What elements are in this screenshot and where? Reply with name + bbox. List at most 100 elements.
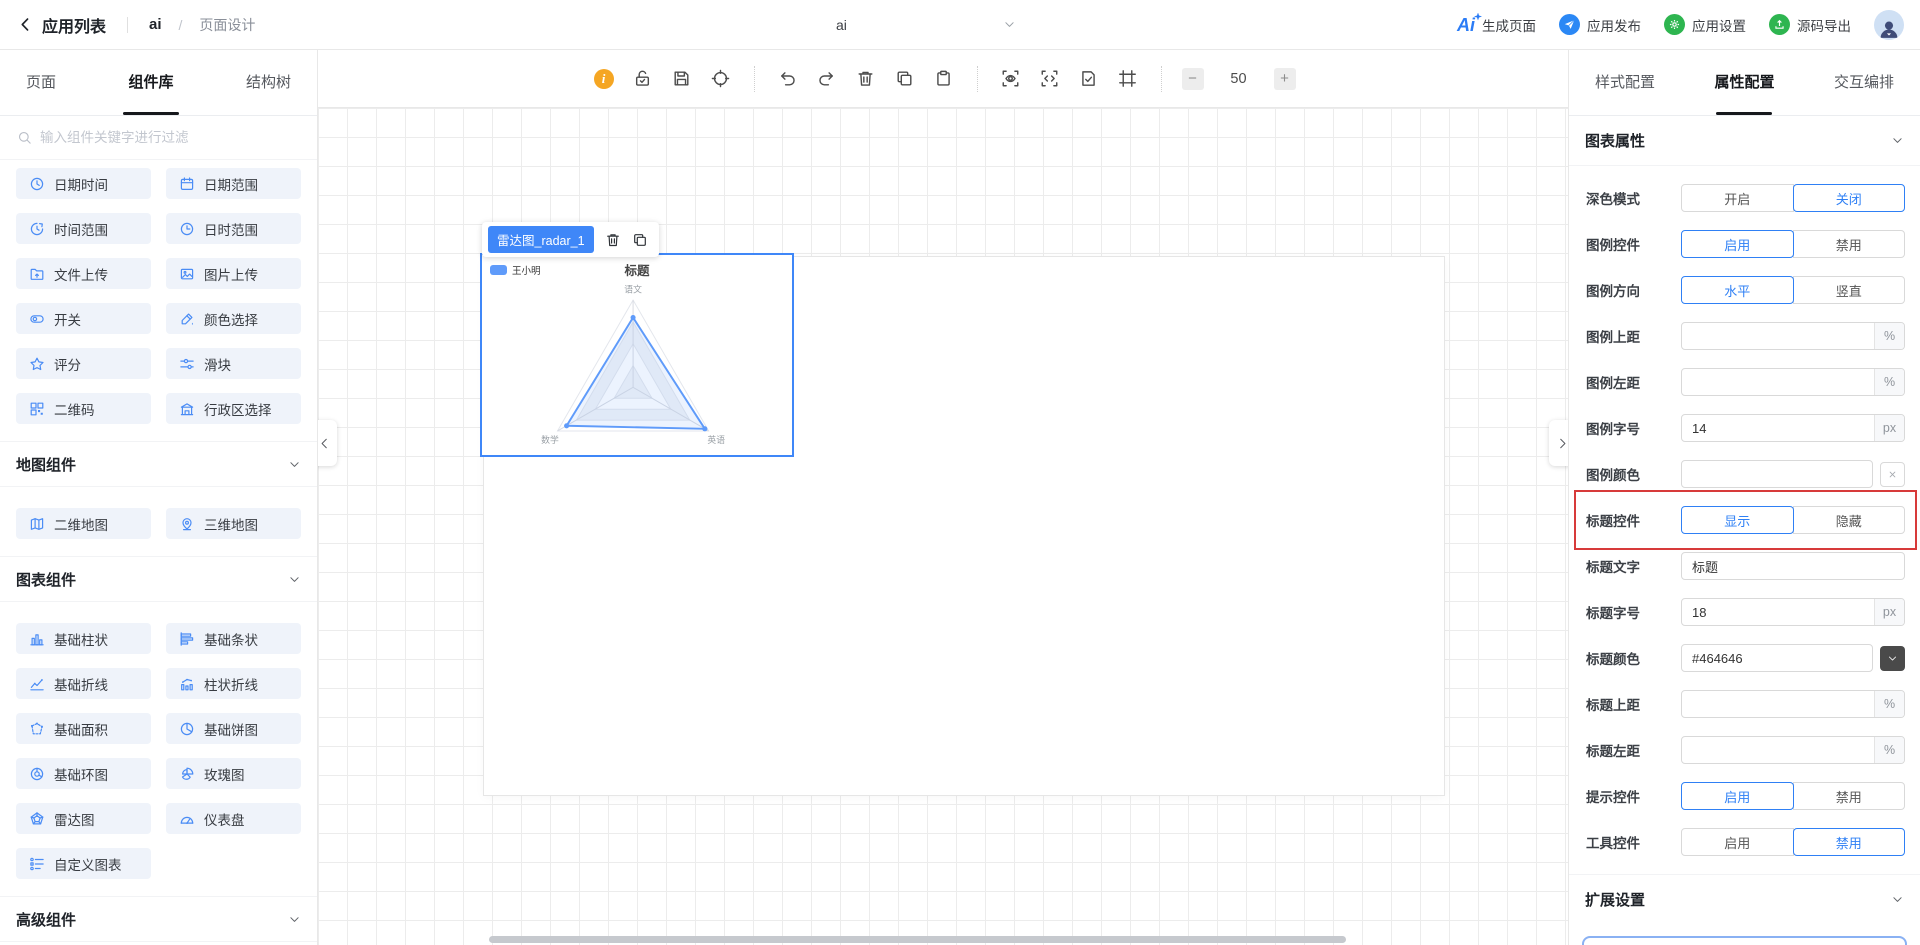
prop-control-title-control: 显示 隐藏 xyxy=(1681,506,1905,534)
component-item-color-picker[interactable]: 颜色选择 xyxy=(166,303,301,334)
zoom-out-button[interactable]: − xyxy=(1181,67,1204,90)
app-publish-button[interactable]: 应用发布 xyxy=(1559,14,1641,35)
toolbar-frame-button[interactable] xyxy=(1115,66,1141,92)
component-item-map-2d[interactable]: 二维地图 xyxy=(16,508,151,539)
generate-page-button[interactable]: Ai 生成页面 xyxy=(1457,15,1536,35)
design-canvas[interactable]: 雷达图_radar_1 语文 数学 英语 王小明 标题 xyxy=(318,108,1568,945)
tab-property-config[interactable]: 属性配置 xyxy=(1714,50,1774,115)
tab-interaction-config[interactable]: 交互编排 xyxy=(1834,50,1894,115)
legend-color-clear-button[interactable] xyxy=(1880,461,1905,487)
back-to-app-list[interactable]: 应用列表 xyxy=(42,13,106,37)
component-item-qrcode[interactable]: 二维码 xyxy=(16,393,151,424)
canvas-toolbar: i − 50 + xyxy=(318,50,1568,108)
toolbar-doc-check-button[interactable] xyxy=(1076,66,1102,92)
component-item-map-3d[interactable]: 三维地图 xyxy=(166,508,301,539)
tab-structure-tree[interactable]: 结构树 xyxy=(246,50,291,115)
title-font-size-input[interactable] xyxy=(1682,599,1874,625)
delete-component-icon[interactable] xyxy=(605,232,621,248)
title-left-input[interactable] xyxy=(1682,737,1874,763)
component-item-image-upload[interactable]: 图片上传 xyxy=(166,258,301,289)
toolbar-unlock-button[interactable] xyxy=(630,66,656,92)
component-search xyxy=(0,116,317,160)
component-item-bar-line[interactable]: 柱状折线 xyxy=(166,668,301,699)
component-item-slider[interactable]: 滑块 xyxy=(166,348,301,379)
component-item-radar[interactable]: 雷达图 xyxy=(16,803,151,834)
component-item-rose[interactable]: 玫瑰图 xyxy=(166,758,301,789)
component-item-custom-chart[interactable]: 自定义图表 xyxy=(16,848,151,879)
toolbar-code-button[interactable] xyxy=(1037,66,1063,92)
user-avatar[interactable] xyxy=(1874,9,1904,40)
toolbar-undo-button[interactable] xyxy=(775,66,801,92)
component-item-area[interactable]: 基础面积 xyxy=(16,713,151,744)
toggle-tooltip-control-option-1[interactable]: 禁用 xyxy=(1792,782,1905,810)
canvas-collapse-right-handle[interactable] xyxy=(1549,420,1568,466)
component-item-donut[interactable]: 基础环图 xyxy=(16,758,151,789)
breadcrumb-app-name[interactable]: ai xyxy=(149,16,162,33)
toggle-title-control-option-1[interactable]: 隐藏 xyxy=(1792,506,1905,534)
title-top-input-group: % xyxy=(1681,690,1905,718)
component-item-pie[interactable]: 基础饼图 xyxy=(166,713,301,744)
tab-components[interactable]: 组件库 xyxy=(128,50,173,115)
prop-label-title-color: 标题颜色 xyxy=(1586,652,1640,667)
toggle-legend-direction-option-0[interactable]: 水平 xyxy=(1681,276,1794,304)
legend-left-input[interactable] xyxy=(1682,369,1874,395)
legend-top-input[interactable] xyxy=(1682,323,1874,349)
prop-row-title-top: 标题上距% xyxy=(1586,690,1905,718)
horizontal-scrollbar[interactable] xyxy=(489,936,1346,943)
chart-section-header[interactable]: 图表组件 xyxy=(0,556,317,602)
toolbar-redo-button[interactable] xyxy=(814,66,840,92)
toggle-legend-control-option-1[interactable]: 禁用 xyxy=(1792,230,1905,258)
component-item-star[interactable]: 评分 xyxy=(16,348,151,379)
tab-pages[interactable]: 页面 xyxy=(26,50,56,115)
radar-chart-component[interactable]: 语文 数学 英语 王小明 标题 xyxy=(480,253,794,457)
breadcrumb-separator: / xyxy=(178,16,183,33)
legend-color-input[interactable] xyxy=(1682,461,1872,487)
canvas-collapse-left-handle[interactable] xyxy=(318,420,337,466)
back-chevron-icon[interactable] xyxy=(18,17,33,32)
title-top-input[interactable] xyxy=(1682,691,1874,717)
toggle-tool-control-option-0[interactable]: 启用 xyxy=(1681,828,1794,856)
toggle-legend-direction-option-1[interactable]: 竖直 xyxy=(1792,276,1905,304)
component-item-gauge[interactable]: 仪表盘 xyxy=(166,803,301,834)
component-item-clock-range[interactable]: 时间范围 xyxy=(16,213,151,244)
toggle-dark-mode-option-0[interactable]: 开启 xyxy=(1681,184,1794,212)
component-item-folder-upload[interactable]: 文件上传 xyxy=(16,258,151,289)
source-export-button[interactable]: 源码导出 xyxy=(1769,14,1851,35)
copy-component-icon[interactable] xyxy=(632,232,648,248)
toolbar-preview-button[interactable] xyxy=(998,66,1024,92)
toggle-tool-control-option-1[interactable]: 禁用 xyxy=(1792,828,1905,856)
toolbar-target-button[interactable] xyxy=(708,66,734,92)
toolbar-info-button[interactable]: i xyxy=(591,66,617,92)
toggle-legend-control-option-0[interactable]: 启用 xyxy=(1681,230,1794,258)
toggle-title-control-option-0[interactable]: 显示 xyxy=(1681,506,1794,534)
toggle-tooltip-control-option-0[interactable]: 启用 xyxy=(1681,782,1794,810)
advanced-section-header[interactable]: 高级组件 xyxy=(0,896,317,942)
toolbar-paste-button[interactable] xyxy=(931,66,957,92)
toolbar-copy-button[interactable] xyxy=(892,66,918,92)
title-color-swatch-dropdown-button[interactable] xyxy=(1880,645,1905,671)
component-item-bar[interactable]: 基础柱状 xyxy=(16,623,151,654)
extension-settings-section-header[interactable]: 扩展设置 xyxy=(1569,874,1920,924)
title-color-input[interactable] xyxy=(1682,645,1872,671)
tab-style-config[interactable]: 样式配置 xyxy=(1595,50,1655,115)
component-item-calendar[interactable]: 日期范围 xyxy=(166,168,301,199)
map-section-header[interactable]: 地图组件 xyxy=(0,441,317,487)
component-item-line[interactable]: 基础折线 xyxy=(16,668,151,699)
search-input[interactable] xyxy=(40,130,300,145)
right-panel-tabs: 样式配置 属性配置 交互编排 xyxy=(1569,50,1920,116)
component-item-switch[interactable]: 开关 xyxy=(16,303,151,334)
toggle-dark-mode-option-1[interactable]: 关闭 xyxy=(1792,184,1905,212)
component-item-region[interactable]: 行政区选择 xyxy=(166,393,301,424)
chart-properties-section-header[interactable]: 图表属性 xyxy=(1569,116,1920,166)
zoom-in-button[interactable]: + xyxy=(1273,67,1296,90)
prop-label-title-text: 标题文字 xyxy=(1586,560,1640,575)
toolbar-trash-button[interactable] xyxy=(853,66,879,92)
component-item-bar-horizontal[interactable]: 基础条状 xyxy=(166,623,301,654)
component-item-clock[interactable]: 日期时间 xyxy=(16,168,151,199)
page-selector-dropdown[interactable]: ai xyxy=(836,0,1016,49)
title-text-input[interactable] xyxy=(1682,553,1904,579)
component-item-clock-day[interactable]: 日时范围 xyxy=(166,213,301,244)
toolbar-save-button[interactable] xyxy=(669,66,695,92)
legend-font-size-input[interactable] xyxy=(1682,415,1874,441)
app-settings-button[interactable]: 应用设置 xyxy=(1664,14,1746,35)
